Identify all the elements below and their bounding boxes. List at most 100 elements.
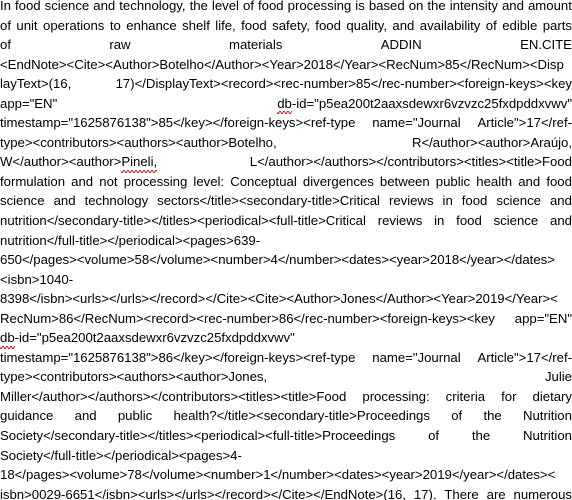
text-line: type><contributors><authors><author>Jone… <box>0 367 572 387</box>
text-word: nutrition</secondary-title></titles><per… <box>0 213 366 229</box>
text-word: L</author></authors></contributors><titl… <box>249 154 572 170</box>
text-line: type><contributors><authors><author>Bote… <box>0 133 572 153</box>
text-word: the <box>471 428 491 444</box>
text-word: name="Journal <box>372 115 461 131</box>
text-word: There <box>444 486 479 500</box>
text-word: 17). <box>413 486 437 500</box>
text-line: science and technology sectors</title><seco… <box>0 191 572 211</box>
text-word: science <box>496 193 541 209</box>
text-word: ADDIN <box>380 37 422 53</box>
text-word: name="Journal <box>372 349 461 365</box>
text-word: and <box>71 173 94 189</box>
text-word: EN.CITE <box>520 37 572 53</box>
text-line: In food science and technology, the level of foo… <box>0 0 572 16</box>
text-word: to <box>109 17 121 33</box>
text-word: W</author><author>Pineli, <box>0 152 157 173</box>
spellcheck-underline: db <box>277 94 292 114</box>
text-word: food <box>15 0 41 13</box>
text-line: layText>(16, 17)</DisplayText><record><re… <box>0 74 572 94</box>
text-word: and <box>501 0 524 13</box>
text-word: app="EN" <box>0 95 58 111</box>
text-word: Nutrition <box>523 428 572 444</box>
text-word: criteria <box>445 388 486 404</box>
text-word: and <box>93 0 116 13</box>
text-word: technology, <box>119 0 186 13</box>
text-line: 18</pages><volume>78</volume><number>1</… <box>0 467 556 483</box>
text-word: of <box>0 17 11 33</box>
text-word: layText>(16, <box>0 76 72 92</box>
text-word: app="EN" <box>514 310 572 326</box>
text-line: <EndNote><Cite><Author>Botelho</Author><… <box>0 56 564 72</box>
text-line: RecNum>86</RecNum><record><rec-number>86… <box>0 309 572 329</box>
text-line: formulation and not processing level: Concept… <box>0 172 572 192</box>
text-word: processing <box>287 0 352 13</box>
text-word: based <box>368 0 405 13</box>
text-line: W</author><author>Pineli, L</author></aut… <box>0 152 572 173</box>
text-word: of <box>0 37 11 53</box>
text-word: not <box>99 173 118 189</box>
text-word: of <box>428 428 440 444</box>
text-word: Article">17</ref- <box>477 349 572 365</box>
text-word: amount <box>527 0 572 13</box>
text-word: sectors</title><secondary-title>Critical <box>157 193 380 209</box>
text-word: public <box>435 173 471 189</box>
text-line: app="EN" db-id="p5ea200t2aaxsdewxr6vzvzc2… <box>0 94 572 114</box>
text-word: and <box>549 193 572 209</box>
text-word: quality, <box>346 17 387 33</box>
text-word: type><contributors><authors><author>Bote… <box>0 134 277 150</box>
text-word: processing: <box>362 388 430 404</box>
text-line: timestamp="1625876138">85</key></foreign… <box>0 113 572 133</box>
text-word: technology <box>84 193 149 209</box>
text-word: availability <box>419 17 481 33</box>
text-word: food <box>461 193 488 209</box>
text-word: timestamp="1625876138">85</key></foreign… <box>0 115 356 131</box>
text-word: reviews <box>377 213 423 229</box>
text-word: the <box>189 0 208 13</box>
text-word: food <box>258 0 284 13</box>
text-word: reviews <box>388 193 434 209</box>
text-line: nutrition</secondary-title></titles><per… <box>0 211 572 231</box>
text-word: food <box>315 17 341 33</box>
text-line: nutrition</full-title></periodical><page… <box>0 232 261 248</box>
text-word: food <box>546 173 572 189</box>
text-word: in <box>442 193 453 209</box>
text-word: and <box>74 408 97 424</box>
text-line: guidance and public health?</title><seconda… <box>0 406 572 426</box>
text-word: food <box>241 17 267 33</box>
text-word: materials <box>228 37 283 53</box>
text-line: db-id="p5ea200t2aaxsdewxr6vzvzc25fxdpddx… <box>0 328 572 349</box>
text-word: intensity <box>449 0 498 13</box>
text-word: public <box>117 408 153 424</box>
text-line: Society</secondary-title></titles><perio… <box>0 426 572 446</box>
text-word: R</author><author>Araújo, <box>411 134 572 150</box>
text-word: RecNum>86</RecNum><record><rec-number>86… <box>0 310 495 326</box>
text-word: of <box>243 0 254 13</box>
text-word: Society</secondary-title></titles><perio… <box>0 428 396 444</box>
text-word: in <box>434 213 445 229</box>
text-line: of raw materials ADDIN EN.CITE <box>0 35 572 55</box>
text-word: safety, <box>272 17 310 33</box>
text-word: operations <box>43 17 105 33</box>
text-word: is <box>355 0 365 13</box>
text-word: Julie <box>544 369 572 385</box>
text-word: In <box>0 0 11 13</box>
text-word: and <box>53 193 76 209</box>
text-line: 8398</isbn><urls></urls></record></Cite>… <box>0 291 558 307</box>
text-word: isbn>0029-6651</isbn><urls></urls></reco… <box>0 486 406 500</box>
text-word: of <box>451 408 463 424</box>
text-word: guidance <box>0 408 54 424</box>
text-line: Miller</author></authors></contributors>… <box>0 387 572 407</box>
text-word: unit <box>16 17 38 33</box>
text-word: Conceptual <box>230 173 297 189</box>
text-word: raw <box>109 37 131 53</box>
text-word: life, <box>215 17 236 33</box>
text-word: science <box>493 213 539 229</box>
text-word: processing <box>123 173 188 189</box>
text-word: numerous <box>513 486 572 500</box>
text-word: are <box>486 486 506 500</box>
text-word: divergences <box>302 173 374 189</box>
text-word: Nutrition <box>522 408 572 424</box>
text-word: and <box>518 173 541 189</box>
text-word: health <box>476 173 513 189</box>
text-word: the <box>427 0 446 13</box>
